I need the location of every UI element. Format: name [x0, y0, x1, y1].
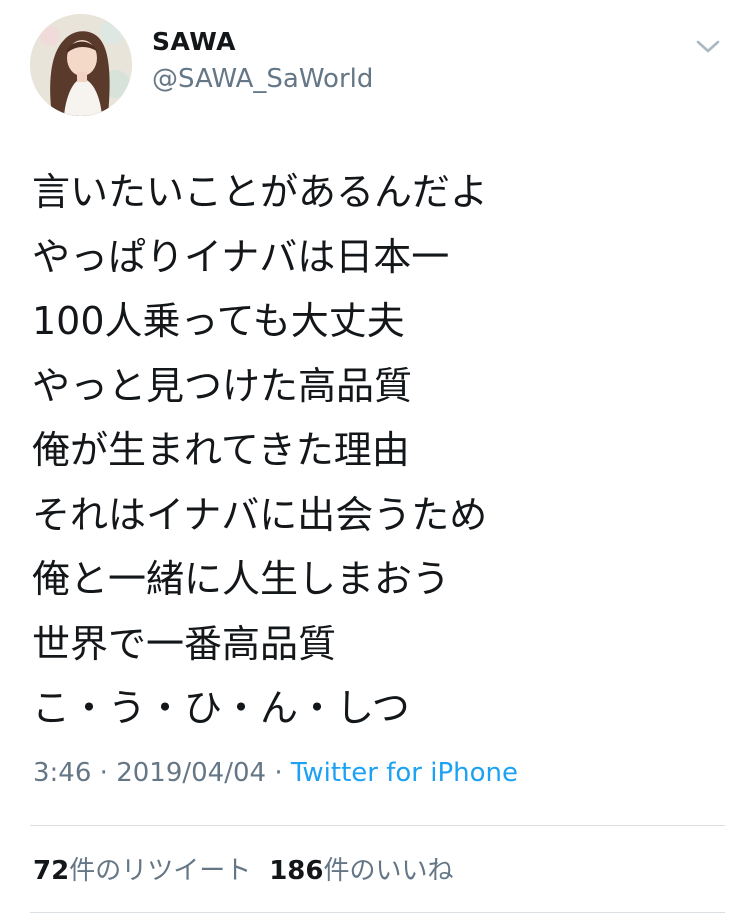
tweet-line: こ・う・ひ・ん・しつ [32, 686, 410, 730]
meta-separator: · [99, 758, 108, 788]
tweet-date[interactable]: 2019/04/04 [116, 758, 266, 788]
divider [30, 825, 725, 826]
tweet-line: 俺と一緒に人生しまおう [32, 557, 451, 601]
tweet-meta: 3:46 · 2019/04/04 · Twitter for iPhone [33, 758, 518, 788]
tweet-header: SAWA @SAWA_SaWorld [0, 0, 750, 130]
avatar[interactable] [30, 14, 132, 116]
tweet-line: 世界で一番高品質 [32, 621, 337, 666]
tweet-line: やっと見つけた高品質 [32, 363, 413, 408]
retweets-stat[interactable]: 72件のリツイート [33, 856, 251, 886]
chevron-down-icon[interactable] [694, 34, 722, 58]
divider [30, 912, 725, 913]
tweet-line: 俺が生まれてきた理由 [32, 428, 410, 472]
retweets-count: 72 [33, 856, 70, 886]
likes-label: 件のいいね [323, 856, 454, 886]
tweet-line: 100人乗っても大丈夫 [32, 299, 405, 343]
tweet-time[interactable]: 3:46 [33, 758, 91, 788]
tweet-line: それはイナバに出会うため [32, 492, 488, 537]
tweet-source-link[interactable]: Twitter for iPhone [291, 758, 518, 788]
user-handle[interactable]: @SAWA_SaWorld [152, 64, 373, 94]
meta-separator: · [274, 758, 283, 788]
avatar-image [30, 14, 132, 116]
likes-stat[interactable]: 186件のいいね [269, 856, 453, 886]
tweet-stats: 72件のリツイート 186件のいいね [33, 850, 454, 887]
tweet-text: 言いたいことがあるんだよ やっぱりイナバは日本一 100人乗っても大丈夫 やっと… [32, 160, 732, 741]
likes-count: 186 [269, 856, 324, 886]
retweets-label: 件のリツイート [69, 856, 252, 886]
tweet-line: やっぱりイナバは日本一 [32, 234, 450, 279]
tweet-line: 言いたいことがあるんだよ [32, 170, 489, 214]
user-name[interactable]: SAWA [152, 27, 236, 56]
